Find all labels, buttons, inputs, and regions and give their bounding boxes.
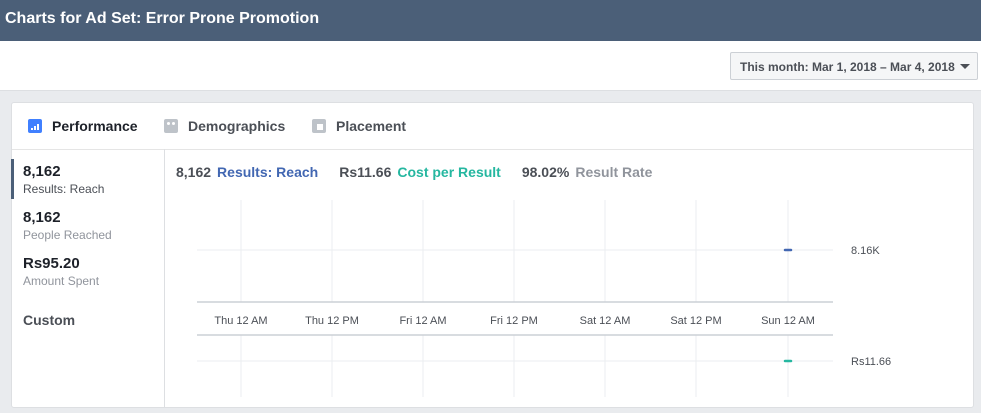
y-tick-label-reach: 8.16K	[851, 245, 880, 257]
y-tick-label-cost: Rs11.66	[851, 356, 891, 368]
toolbar: This month: Mar 1, 2018 – Mar 4, 2018	[0, 41, 981, 91]
x-tick-label: Fri 12 PM	[490, 315, 538, 327]
page-title: Charts for Ad Set: Error Prone Promotion	[0, 0, 981, 41]
caret-down-icon	[960, 64, 970, 69]
performance-chart: Thu 12 AM Thu 12 PM Fri 12 AM Fri 12 PM Sat …	[197, 200, 891, 397]
x-tick-label: Sat 12 AM	[580, 315, 631, 327]
x-tick-label: Sat 12 PM	[670, 315, 721, 327]
charts-card: Performance Demographics Placement 8,162…	[11, 102, 974, 408]
x-tick-label: Fri 12 AM	[399, 315, 446, 327]
x-tick-label: Sun 12 AM	[761, 315, 815, 327]
date-range-dropdown[interactable]: This month: Mar 1, 2018 – Mar 4, 2018	[730, 52, 978, 80]
date-range-label: This month: Mar 1, 2018 – Mar 4, 2018	[740, 60, 955, 74]
x-tick-label: Thu 12 AM	[214, 315, 267, 327]
x-tick-label: Thu 12 PM	[305, 315, 359, 327]
